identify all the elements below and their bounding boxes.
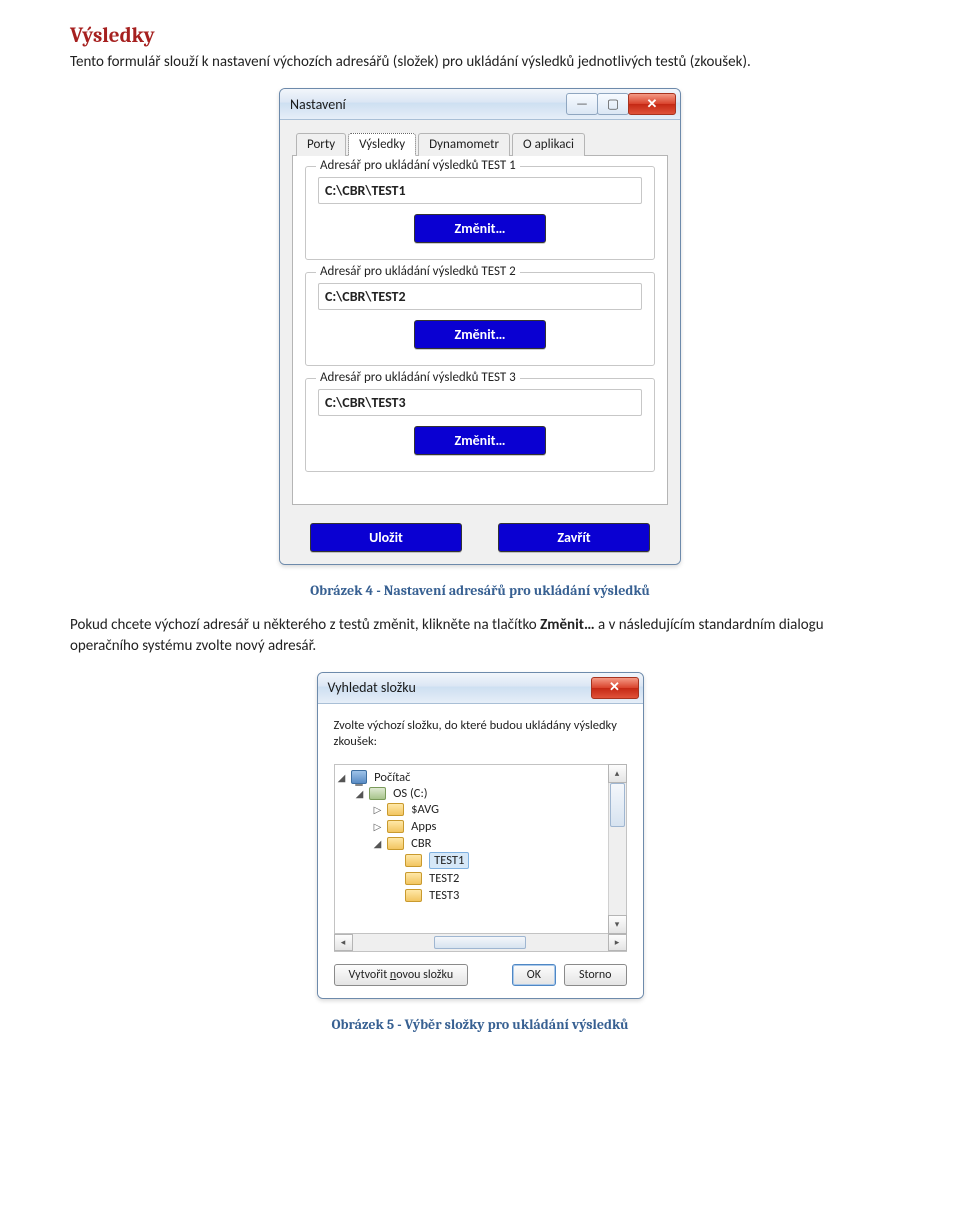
caption-figure5: Obrázek 5 - Výběr složky pro ukládání vý… xyxy=(70,1016,890,1033)
path-test3[interactable]: C:\CBR\TEST3 xyxy=(318,389,642,416)
group-label-test3: Adresář pro ukládání výsledků TEST 3 xyxy=(316,370,520,385)
close-button[interactable]: ✕ xyxy=(591,677,639,699)
change-button-test1[interactable]: Změnit… xyxy=(414,214,546,243)
path-test1[interactable]: C:\CBR\TEST1 xyxy=(318,177,642,204)
tabpage-vysledky: Adresář pro ukládání výsledků TEST 1 C:\… xyxy=(292,156,668,505)
folder-icon xyxy=(387,820,404,833)
folder-icon xyxy=(387,837,404,850)
window-controls: — ▢ ✕ xyxy=(567,93,676,115)
maximize-button: ▢ xyxy=(597,93,629,115)
change-button-test3[interactable]: Změnit… xyxy=(414,426,546,455)
new-folder-button[interactable]: Vytvořit novou složku xyxy=(334,964,469,986)
minimize-button[interactable]: — xyxy=(566,93,598,115)
group-label-test1: Adresář pro ukládání výsledků TEST 1 xyxy=(316,158,520,173)
folder-icon xyxy=(405,889,422,902)
expander-icon[interactable]: ▷ xyxy=(373,803,383,816)
section-title: Výsledky xyxy=(70,24,890,48)
tree-node-selected[interactable]: TEST1 xyxy=(429,852,469,869)
folder-icon xyxy=(387,803,404,816)
scroll-thumb[interactable] xyxy=(434,936,526,949)
dialog-bottom-row: Uložit Zavřít xyxy=(292,523,668,552)
expander-icon[interactable]: ◢ xyxy=(373,837,383,850)
para2-bold: Změnit… xyxy=(540,616,595,634)
tree-node-folder[interactable]: TEST3 xyxy=(429,888,459,903)
settings-titlebar[interactable]: Nastavení — ▢ ✕ xyxy=(280,89,680,120)
expander-spacer xyxy=(391,854,401,867)
tab-dynamometr[interactable]: Dynamometr xyxy=(418,133,510,156)
paragraph-change: Pokud chcete výchozí adresář u některého… xyxy=(70,615,890,656)
tree-node-drive[interactable]: OS (C:) xyxy=(393,786,427,801)
caption-figure4: Obrázek 4 - Nastavení adresářů pro uklád… xyxy=(70,582,890,599)
group-label-test2: Adresář pro ukládání výsledků TEST 2 xyxy=(316,264,520,279)
vertical-scrollbar[interactable]: ▴ ▾ xyxy=(608,765,626,933)
figure-browse: Vyhledat složku ✕ Zvolte výchozí složku,… xyxy=(70,672,890,1005)
scroll-up-icon[interactable]: ▴ xyxy=(608,764,627,783)
tab-porty[interactable]: Porty xyxy=(296,133,346,156)
settings-window: Nastavení — ▢ ✕ Porty Výsledky Dynamomet… xyxy=(279,88,681,565)
computer-icon xyxy=(351,770,367,784)
ok-button[interactable]: OK xyxy=(512,964,556,986)
path-test2[interactable]: C:\CBR\TEST2 xyxy=(318,283,642,310)
tree-node-folder-cbr[interactable]: CBR xyxy=(411,836,431,851)
close-settings-button[interactable]: Zavřít xyxy=(498,523,650,552)
tab-o-aplikaci[interactable]: O aplikaci xyxy=(512,133,585,156)
folder-icon xyxy=(405,872,422,885)
settings-window-title: Nastavení xyxy=(290,96,346,113)
scroll-left-icon[interactable]: ◂ xyxy=(334,934,353,951)
group-test2: Adresář pro ukládání výsledků TEST 2 C:\… xyxy=(305,272,655,366)
browse-prompt: Zvolte výchozí složku, do které budou uk… xyxy=(334,718,627,751)
browse-window: Vyhledat složku ✕ Zvolte výchozí složku,… xyxy=(317,672,644,1000)
tree-node-folder[interactable]: TEST2 xyxy=(429,871,459,886)
tree-node-computer[interactable]: Počítač xyxy=(374,770,410,785)
expander-spacer xyxy=(391,889,401,902)
tree-node-folder[interactable]: Apps xyxy=(411,819,436,834)
figure-settings: Nastavení — ▢ ✕ Porty Výsledky Dynamomet… xyxy=(70,88,890,570)
intro-paragraph: Tento formulář slouží k nastavení výchoz… xyxy=(70,52,890,72)
expander-icon[interactable]: ◢ xyxy=(337,771,347,784)
group-test3: Adresář pro ukládání výsledků TEST 3 C:\… xyxy=(305,378,655,472)
browse-window-title: Vyhledat složku xyxy=(328,679,416,696)
horizontal-scrollbar[interactable]: ◂ ▸ xyxy=(334,933,627,952)
scroll-thumb[interactable] xyxy=(610,783,625,827)
drive-icon xyxy=(369,787,386,800)
expander-icon[interactable]: ◢ xyxy=(355,787,365,800)
tree-node-folder[interactable]: $AVG xyxy=(411,802,439,817)
scroll-down-icon[interactable]: ▾ xyxy=(608,915,627,934)
scroll-right-icon[interactable]: ▸ xyxy=(608,934,627,951)
folder-tree[interactable]: ◢ Počítač ◢ OS (C:) ▷ xyxy=(334,764,627,934)
browse-footer: Vytvořit novou složku OK Storno xyxy=(334,964,627,986)
browse-titlebar[interactable]: Vyhledat složku ✕ xyxy=(318,673,643,704)
group-test1: Adresář pro ukládání výsledků TEST 1 C:\… xyxy=(305,166,655,260)
para2-pre: Pokud chcete výchozí adresář u některého… xyxy=(70,616,540,634)
cancel-button[interactable]: Storno xyxy=(564,964,627,986)
change-button-test2[interactable]: Změnit… xyxy=(414,320,546,349)
new-folder-label: Vytvořit novou složku xyxy=(349,968,454,982)
close-button[interactable]: ✕ xyxy=(628,93,676,115)
folder-icon xyxy=(405,854,422,867)
expander-spacer xyxy=(391,872,401,885)
save-button[interactable]: Uložit xyxy=(310,523,462,552)
tabstrip: Porty Výsledky Dynamometr O aplikaci xyxy=(292,132,668,156)
tab-vysledky[interactable]: Výsledky xyxy=(348,133,416,156)
expander-icon[interactable]: ▷ xyxy=(373,820,383,833)
window-controls: ✕ xyxy=(592,677,639,699)
